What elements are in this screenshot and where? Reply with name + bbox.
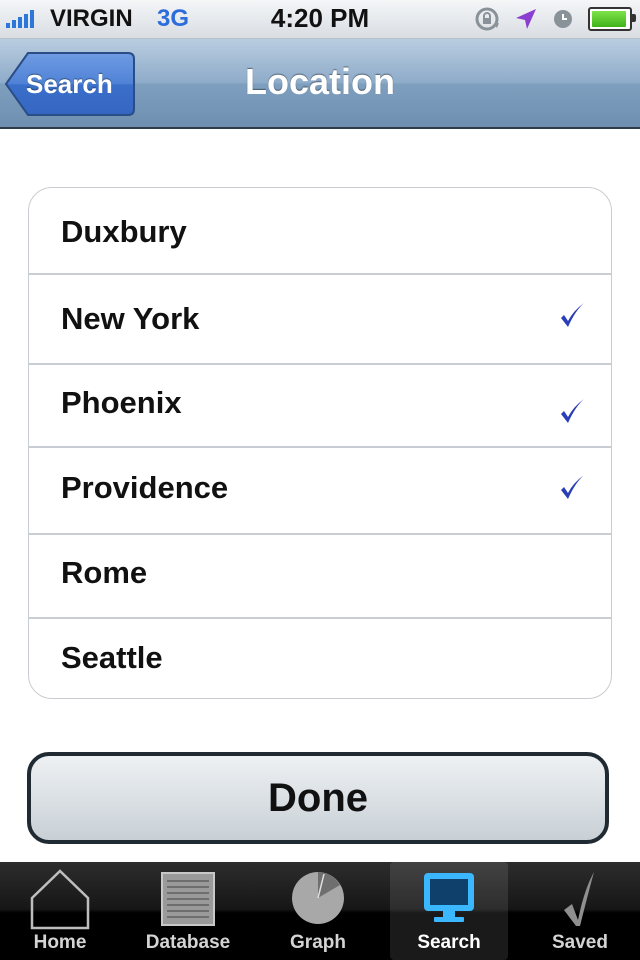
location-label: Duxbury bbox=[61, 214, 187, 249]
checkmark-icon bbox=[561, 475, 584, 499]
tab-label: Search bbox=[417, 932, 481, 953]
page-title: Location bbox=[245, 61, 395, 102]
status-bar: VIRGIN 3G 4:20 PM bbox=[0, 0, 640, 39]
tab-bar: Home Database Graph Search Saved bbox=[0, 862, 640, 960]
location-row-duxbury[interactable]: Duxbury bbox=[29, 188, 611, 275]
graph-icon bbox=[292, 872, 344, 924]
location-label: Phoenix bbox=[61, 385, 182, 420]
tab-home[interactable]: Home bbox=[0, 862, 120, 960]
location-label: Rome bbox=[61, 555, 148, 590]
location-row-providence[interactable]: Providence bbox=[29, 446, 611, 535]
tab-label: Home bbox=[33, 932, 87, 953]
location-label: Seattle bbox=[61, 640, 163, 675]
tab-label: Database bbox=[145, 932, 231, 953]
location-row-seattle[interactable]: Seattle bbox=[29, 617, 611, 698]
location-list: Duxbury New York Phoenix Providence Rome… bbox=[28, 187, 612, 699]
database-icon bbox=[161, 872, 215, 926]
tab-graph[interactable]: Graph bbox=[258, 862, 378, 960]
tab-saved[interactable]: Saved bbox=[520, 862, 640, 960]
checkmark-icon bbox=[561, 399, 584, 423]
location-label: New York bbox=[61, 301, 200, 336]
location-row-phoenix[interactable]: Phoenix bbox=[29, 363, 611, 448]
checkmark-saved-icon bbox=[564, 872, 594, 926]
tab-label: Graph bbox=[290, 932, 346, 953]
location-arrow-icon bbox=[516, 9, 536, 29]
checkmark-icon bbox=[561, 303, 584, 327]
location-row-rome[interactable]: Rome bbox=[29, 533, 611, 619]
rotation-lock-icon bbox=[475, 7, 499, 31]
location-row-new-york[interactable]: New York bbox=[29, 273, 611, 365]
done-button-label: Done bbox=[268, 776, 368, 820]
battery-icon bbox=[588, 7, 636, 31]
navigation-bar: Search Location bbox=[0, 39, 640, 129]
location-label: Providence bbox=[61, 470, 229, 505]
search-monitor-icon bbox=[424, 873, 474, 922]
done-button[interactable]: Done bbox=[27, 752, 609, 844]
alarm-clock-icon bbox=[554, 10, 572, 28]
tab-search[interactable]: Search bbox=[390, 862, 508, 960]
home-icon bbox=[30, 869, 90, 930]
tab-label: Saved bbox=[552, 932, 608, 953]
tab-database[interactable]: Database bbox=[128, 862, 248, 960]
